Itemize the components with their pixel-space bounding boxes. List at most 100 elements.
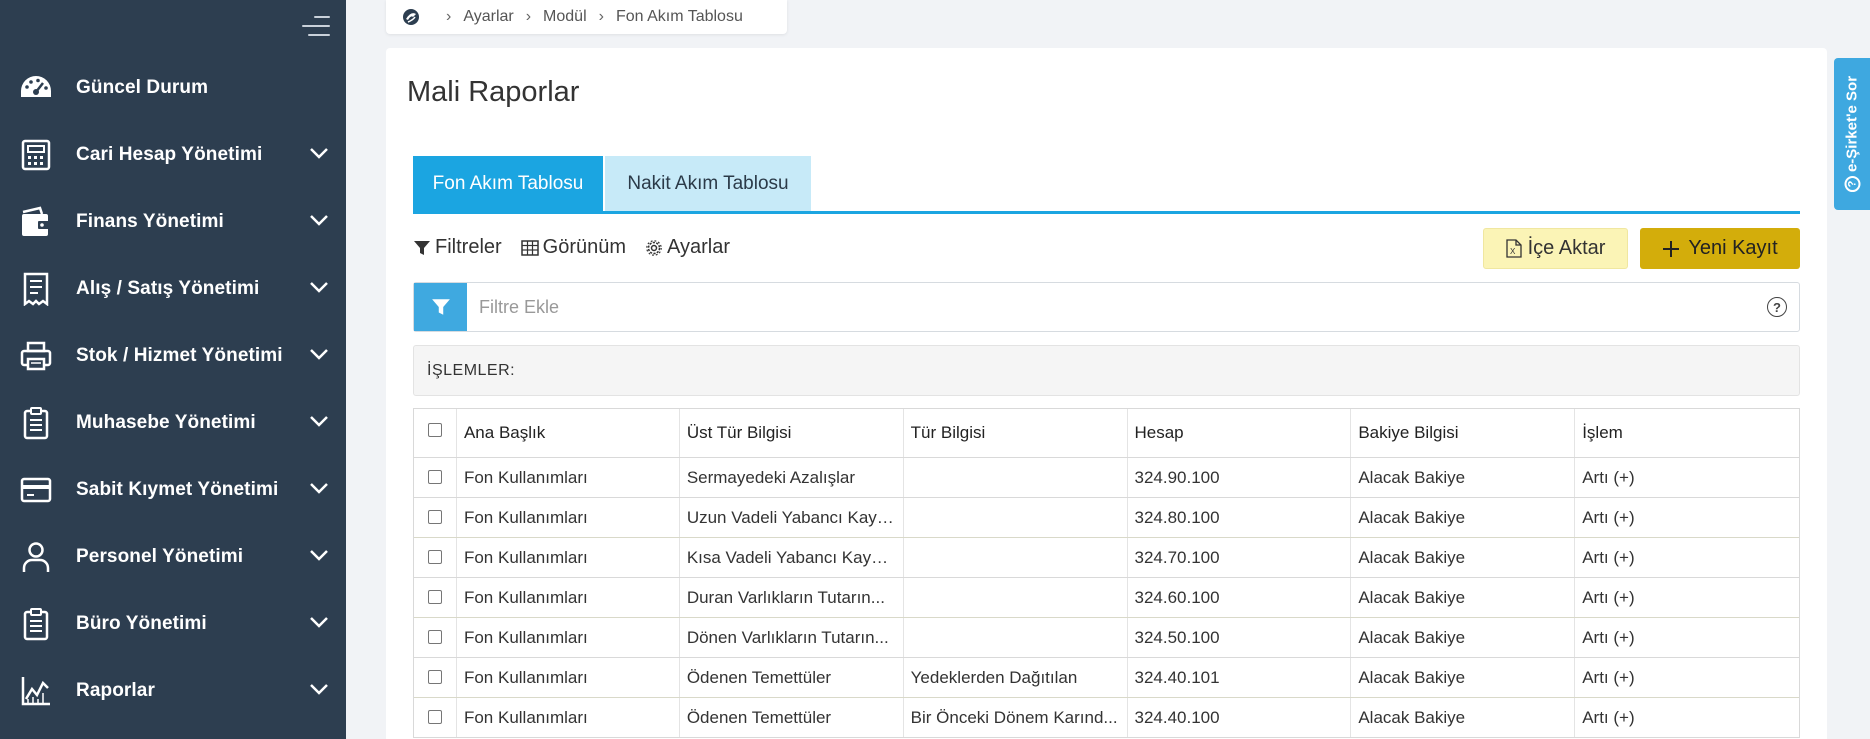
toolbar: Filtreler Görünüm Ayarlar xyxy=(413,236,749,259)
cell-ust-tur: Dönen Varlıkların Tutarın... xyxy=(678,618,903,657)
breadcrumb-separator: › xyxy=(446,8,452,25)
user-icon xyxy=(18,539,54,575)
cell-islem: Artı (+) xyxy=(1574,698,1799,737)
column-header[interactable]: İşlem xyxy=(1574,409,1799,457)
column-header[interactable]: Bakiye Bilgisi xyxy=(1350,409,1574,457)
question-icon: ? xyxy=(1844,176,1860,193)
select-all-checkbox[interactable] xyxy=(427,423,442,437)
table-row[interactable]: Fon Kullanımları Sermayedeki Azalışlar 3… xyxy=(414,458,1799,498)
cell-tur xyxy=(902,578,1127,617)
sidebar-item-finans[interactable]: Finans Yönetimi xyxy=(0,188,346,255)
table-row[interactable]: Fon Kullanımları Ödenen Temettüler Bir Ö… xyxy=(414,698,1799,738)
settings-label: Ayarlar xyxy=(667,236,731,258)
view-button[interactable]: Görünüm xyxy=(520,236,627,259)
help-icon[interactable]: ? xyxy=(1767,297,1787,317)
cell-hesap: 324.40.100 xyxy=(1126,698,1351,737)
chart-icon xyxy=(18,673,54,709)
select-all-cell xyxy=(414,409,456,457)
view-label: Görünüm xyxy=(542,236,627,258)
cell-tur xyxy=(902,458,1127,497)
sidebar-item-label: Büro Yönetimi xyxy=(76,612,207,634)
cell-ana-baslik: Fon Kullanımları xyxy=(455,578,679,617)
cell-bakiye: Alacak Bakiye xyxy=(1350,698,1574,737)
svg-text:X: X xyxy=(1510,247,1516,256)
table-row[interactable]: Fon Kullanımları Dönen Varlıkların Tutar… xyxy=(414,618,1799,658)
sidebar-item-label: Raporlar xyxy=(76,679,155,701)
dashboard-icon xyxy=(18,70,54,106)
sidebar-item-label: Stok / Hizmet Yönetimi xyxy=(76,344,283,366)
breadcrumb-item-modul[interactable]: Modül xyxy=(543,8,587,26)
sidebar-item-alis-satis[interactable]: Alış / Satış Yönetimi xyxy=(0,255,346,322)
calculator-icon xyxy=(18,137,54,173)
sidebar-item-label: Alış / Satış Yönetimi xyxy=(76,277,260,299)
sidebar-item-guncel-durum[interactable]: Güncel Durum xyxy=(0,54,346,121)
new-record-button[interactable]: Yeni Kayıt xyxy=(1640,228,1800,269)
cell-islem: Artı (+) xyxy=(1574,538,1799,577)
cell-islem: Artı (+) xyxy=(1574,498,1799,537)
receipt-icon xyxy=(18,271,54,307)
filter-icon[interactable] xyxy=(414,283,467,331)
ask-eshirket-tab[interactable]: ? e-Şirket'e Sor xyxy=(1834,58,1870,210)
cell-ust-tur: Duran Varlıkların Tutarın... xyxy=(678,578,903,617)
sidebar-item-raporlar[interactable]: Raporlar xyxy=(0,657,346,724)
breadcrumb-separator: › xyxy=(525,8,532,25)
excel-file-icon: X xyxy=(1505,239,1522,258)
chevron-down-icon xyxy=(310,148,328,159)
gear-icon xyxy=(646,239,662,256)
cell-tur xyxy=(902,618,1127,657)
cell-bakiye: Alacak Bakiye xyxy=(1350,578,1574,617)
table-row[interactable]: Fon Kullanımları Duran Varlıkların Tutar… xyxy=(414,578,1799,618)
chevron-down-icon xyxy=(310,483,328,494)
chevron-down-icon xyxy=(310,282,328,293)
sidebar-item-buro[interactable]: Büro Yönetimi xyxy=(0,590,346,657)
row-checkbox[interactable] xyxy=(427,590,442,604)
cell-ana-baslik: Fon Kullanımları xyxy=(455,538,679,577)
sidebar-item-sabit-kiymet[interactable]: Sabit Kıymet Yönetimi xyxy=(0,456,346,523)
row-checkbox[interactable] xyxy=(427,710,442,724)
row-checkbox[interactable] xyxy=(427,550,442,564)
tab-nakit-akim[interactable]: Nakit Akım Tablosu xyxy=(605,156,811,211)
table-row[interactable]: Fon Kullanımları Ödenen Temettüler Yedek… xyxy=(414,658,1799,698)
row-checkbox[interactable] xyxy=(427,630,442,644)
import-button[interactable]: X İçe Aktar xyxy=(1483,228,1628,269)
filters-button[interactable]: Filtreler xyxy=(413,236,502,259)
sidebar-item-label: Muhasebe Yönetimi xyxy=(76,411,256,433)
row-checkbox[interactable] xyxy=(427,670,442,684)
column-header[interactable]: Tür Bilgisi xyxy=(902,409,1127,457)
row-select-cell xyxy=(414,458,456,497)
cell-ana-baslik: Fon Kullanımları xyxy=(455,658,679,697)
table-header-row: Ana Başlık Üst Tür Bilgisi Tür Bilgisi H… xyxy=(414,409,1799,458)
operations-label: İŞLEMLER: xyxy=(427,361,516,379)
filters-label: Filtreler xyxy=(435,236,502,258)
column-header[interactable]: Hesap xyxy=(1126,409,1351,457)
cell-ust-tur: Kısa Vadeli Yabancı Kayna... xyxy=(678,538,903,577)
cell-ust-tur: Ödenen Temettüler xyxy=(678,658,903,697)
cell-bakiye: Alacak Bakiye xyxy=(1350,658,1574,697)
home-logo-icon[interactable] xyxy=(402,8,420,26)
sidebar-item-label: Cari Hesap Yönetimi xyxy=(76,143,263,165)
settings-button[interactable]: Ayarlar xyxy=(645,236,730,259)
breadcrumb-item-ayarlar[interactable]: Ayarlar xyxy=(463,8,513,26)
breadcrumb: › Ayarlar › Modül › Fon Akım Tablosu xyxy=(386,0,787,34)
sidebar-item-label: Sabit Kıymet Yönetimi xyxy=(76,478,279,500)
credit-card-icon xyxy=(18,472,54,508)
cell-tur xyxy=(902,498,1127,537)
cell-hesap: 324.70.100 xyxy=(1126,538,1351,577)
cell-tur: Bir Önceki Dönem Karınd... xyxy=(902,698,1127,737)
sidebar-item-stok-hizmet[interactable]: Stok / Hizmet Yönetimi xyxy=(0,322,346,389)
menu-toggle-icon[interactable] xyxy=(300,14,330,38)
table-row[interactable]: Fon Kullanımları Uzun Vadeli Yabancı Kay… xyxy=(414,498,1799,538)
column-header[interactable]: Ana Başlık xyxy=(455,409,679,457)
plus-icon xyxy=(1663,240,1680,257)
row-checkbox[interactable] xyxy=(427,470,442,484)
table-row[interactable]: Fon Kullanımları Kısa Vadeli Yabancı Kay… xyxy=(414,538,1799,578)
sidebar-item-cari-hesap[interactable]: Cari Hesap Yönetimi xyxy=(0,121,346,188)
column-header[interactable]: Üst Tür Bilgisi xyxy=(678,409,903,457)
sidebar-item-personel[interactable]: Personel Yönetimi xyxy=(0,523,346,590)
sidebar-item-muhasebe[interactable]: Muhasebe Yönetimi xyxy=(0,389,346,456)
filter-input[interactable] xyxy=(479,293,1729,321)
tab-fon-akim[interactable]: Fon Akım Tablosu xyxy=(413,156,603,211)
row-checkbox[interactable] xyxy=(427,510,442,524)
report-tabs: Fon Akım Tablosu Nakit Akım Tablosu xyxy=(413,156,1800,214)
chevron-down-icon xyxy=(310,349,328,360)
